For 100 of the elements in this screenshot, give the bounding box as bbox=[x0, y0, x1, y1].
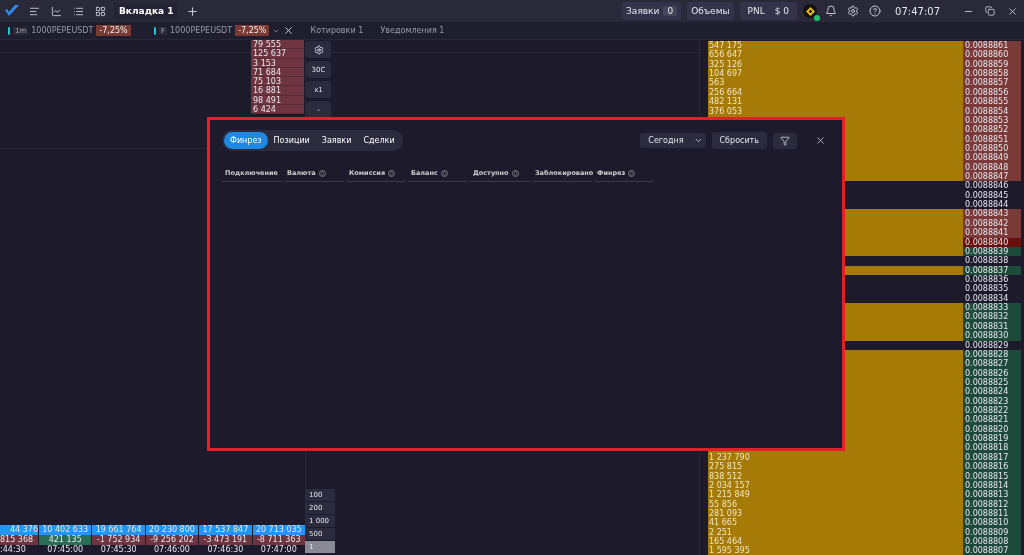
volume-cell: 20 713 035 bbox=[252, 525, 305, 535]
price-cell[interactable]: 0.0088832 bbox=[963, 312, 1021, 322]
price-cell[interactable]: 0.0088815 bbox=[963, 471, 1021, 481]
price-cell[interactable]: 0.0088821 bbox=[963, 415, 1021, 425]
workspace-tab[interactable]: Вкладка 1 bbox=[114, 3, 179, 19]
help-icon[interactable] bbox=[867, 3, 884, 19]
price-cell[interactable]: 0.0088844 bbox=[963, 200, 1021, 210]
volume-bar: 275 815 bbox=[708, 462, 963, 472]
price-cell[interactable]: 0.0088857 bbox=[963, 78, 1021, 88]
price-cell[interactable]: 0.0088816 bbox=[963, 462, 1021, 472]
volume-bar: 656 647 bbox=[708, 50, 963, 60]
price-cell[interactable]: 0.0088851 bbox=[963, 134, 1021, 144]
price-cell[interactable]: 0.0088813 bbox=[963, 490, 1021, 500]
volume-bar: 256 664 bbox=[708, 87, 963, 98]
clock: 07:47:07 bbox=[895, 5, 940, 17]
dialog-tab[interactable]: Заявки bbox=[315, 132, 358, 149]
price-cell[interactable]: 0.0088808 bbox=[963, 537, 1021, 547]
settings-icon bbox=[313, 44, 324, 55]
volume-bar: 55 856 bbox=[708, 499, 963, 509]
orders-count: 0 bbox=[663, 6, 678, 16]
price-cell[interactable]: 0.0088858 bbox=[963, 69, 1021, 79]
volume-bar: 547 175 bbox=[708, 41, 963, 51]
orders-button[interactable]: Заявки 0 bbox=[622, 2, 682, 20]
period-select[interactable]: Сегодня bbox=[640, 133, 706, 148]
volume-bar: 482 131 bbox=[708, 97, 963, 107]
price-cell[interactable]: 0.0088850 bbox=[963, 143, 1021, 154]
price-cell[interactable]: 0.0088838 bbox=[963, 256, 1021, 266]
sort-icon bbox=[388, 169, 396, 177]
price-cell[interactable]: 0.0088826 bbox=[963, 368, 1021, 378]
price-cell[interactable]: 0.0088817 bbox=[963, 452, 1021, 463]
volume-bar: 104 697 bbox=[708, 69, 963, 79]
price-cell[interactable]: 0.0088852 bbox=[963, 125, 1021, 135]
price-cell[interactable]: 0.0088834 bbox=[963, 293, 1021, 304]
price-cell[interactable]: 0.0088807 bbox=[963, 546, 1021, 555]
price-cell[interactable]: 0.0088853 bbox=[963, 115, 1021, 126]
volume-bar: 1 237 790 bbox=[708, 452, 963, 463]
panel-tab[interactable]: Уведомления 1 bbox=[372, 21, 453, 40]
price-cell[interactable]: 0.0088854 bbox=[963, 106, 1021, 116]
price-cell[interactable]: 0.0088828 bbox=[963, 349, 1021, 360]
price-cell[interactable]: 0.0088847 bbox=[963, 172, 1021, 182]
price-cell[interactable]: 0.0088846 bbox=[963, 181, 1021, 191]
price-cell[interactable]: 0.0088842 bbox=[963, 218, 1021, 229]
price-cell[interactable]: 0.0088820 bbox=[963, 424, 1021, 435]
caret-icon bbox=[693, 136, 703, 145]
volume-cell: 20 230 800 bbox=[145, 525, 199, 535]
price-cell[interactable]: 0.0088835 bbox=[963, 284, 1021, 294]
price-cell[interactable]: 0.0088830 bbox=[963, 331, 1021, 341]
price-cell[interactable]: 0.0088861 bbox=[963, 41, 1021, 51]
price-cell[interactable]: 0.0088849 bbox=[963, 153, 1021, 163]
price-cell[interactable]: 0.0088841 bbox=[963, 228, 1021, 238]
price-cell[interactable]: 0.0088819 bbox=[963, 434, 1021, 444]
ask-volume: 6 424 bbox=[251, 105, 304, 115]
price-cell[interactable]: 0.0088809 bbox=[963, 527, 1021, 538]
price-cell[interactable]: 0.0088860 bbox=[963, 50, 1021, 60]
volume-bar: 325 126 bbox=[708, 59, 963, 70]
close-icon[interactable] bbox=[283, 25, 295, 36]
dialog-tab[interactable]: Позиции bbox=[267, 132, 316, 149]
price-cell[interactable]: 0.0088836 bbox=[963, 275, 1021, 285]
price-cell[interactable]: 0.0088825 bbox=[963, 377, 1021, 388]
ask-volume: 125 637 bbox=[251, 49, 304, 59]
price-cell[interactable]: 0.0088840 bbox=[963, 237, 1021, 247]
price-cell[interactable]: 0.0088829 bbox=[963, 340, 1021, 350]
restore-icon[interactable] bbox=[982, 3, 998, 19]
exchange-icon[interactable] bbox=[803, 4, 818, 18]
price-cell[interactable]: 0.0088827 bbox=[963, 359, 1021, 369]
volume-cell: 10 402 633 bbox=[39, 525, 92, 535]
price-cell[interactable]: 0.0088824 bbox=[963, 387, 1021, 397]
price-cell[interactable]: 0.0088818 bbox=[963, 443, 1021, 453]
reset-button[interactable]: Сбросить bbox=[711, 132, 767, 149]
symbol-label: 1000PEPEUSDT bbox=[31, 26, 94, 35]
price-cell[interactable]: 0.0088843 bbox=[963, 209, 1021, 219]
price-cell[interactable]: 0.0088845 bbox=[963, 190, 1021, 201]
price-cell[interactable]: 0.0088837 bbox=[963, 265, 1021, 275]
price-cell[interactable]: 0.0088833 bbox=[963, 303, 1021, 313]
price-cell[interactable]: 0.0088822 bbox=[963, 406, 1021, 416]
price-cell[interactable]: 0.0088814 bbox=[963, 480, 1021, 491]
price-cell[interactable]: 0.0088831 bbox=[963, 321, 1021, 332]
close-icon[interactable] bbox=[815, 135, 826, 146]
delta-cell: -8 711 363 bbox=[252, 535, 305, 545]
price-cell[interactable]: 0.0088823 bbox=[963, 396, 1021, 406]
panel-tab[interactable]: Котировки 1 bbox=[302, 21, 373, 40]
price-cell[interactable]: 0.0088811 bbox=[963, 508, 1021, 519]
price-cell[interactable]: 0.0088839 bbox=[963, 246, 1021, 257]
price-cell[interactable]: 0.0088855 bbox=[963, 97, 1021, 107]
ask-volume: 71 684 bbox=[251, 67, 304, 78]
volume-bar: 1 215 849 bbox=[708, 490, 963, 500]
price-cell[interactable]: 0.0088856 bbox=[963, 87, 1021, 98]
volume-bar: 281 093 bbox=[708, 508, 963, 519]
dialog-tab[interactable]: Финрез bbox=[224, 132, 268, 149]
price-cell[interactable]: 0.0088848 bbox=[963, 162, 1021, 173]
color-marker bbox=[8, 26, 10, 35]
dialog-tab[interactable]: Сделки bbox=[357, 132, 401, 149]
price-cell[interactable]: 0.0088810 bbox=[963, 518, 1021, 528]
settings-button[interactable] bbox=[306, 41, 331, 58]
price-cell[interactable]: 0.0088859 bbox=[963, 59, 1021, 70]
volumes-button[interactable]: Объемы bbox=[687, 2, 734, 20]
filter-button[interactable] bbox=[773, 132, 797, 149]
volume-bar: 165 464 bbox=[708, 537, 963, 547]
filter-icon bbox=[780, 135, 790, 146]
price-cell[interactable]: 0.0088812 bbox=[963, 499, 1021, 509]
